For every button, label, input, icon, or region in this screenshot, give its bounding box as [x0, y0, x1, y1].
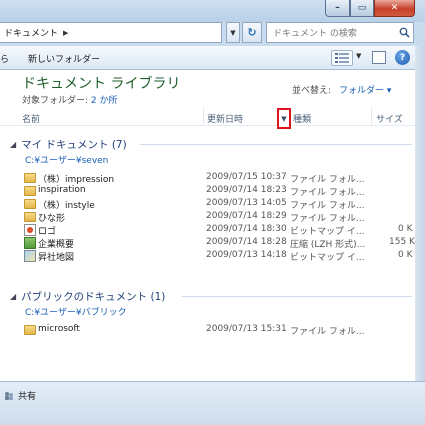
item-date: 2009/07/14 18:28 [206, 237, 287, 247]
image-icon [24, 224, 36, 236]
share-status: 共有 [4, 389, 36, 402]
item-name: 昇社地図 [38, 253, 75, 263]
help-button[interactable]: ? [395, 50, 410, 65]
close-button[interactable]: ✕ [374, 0, 415, 17]
new-folder-button[interactable]: 新しいフォルダー [28, 52, 100, 65]
list-item[interactable]: ひな形 2009/07/14 18:29 ファイル フォル... [24, 211, 415, 224]
view-dropdown-icon[interactable]: ▼ [356, 52, 361, 60]
details-pane: 共有 [0, 381, 425, 425]
item-type: ファイル フォル... [290, 175, 365, 185]
library-title: ドキュメント ライブラリ [22, 76, 181, 92]
breadcrumb-arrow-icon[interactable]: ▶ [63, 29, 68, 37]
arrange-by: 並べ替え: フォルダー ▾ [292, 83, 391, 96]
title-bar: – ▭ ✕ [0, 0, 425, 22]
item-name: inspiration [38, 185, 86, 195]
list-item[interactable]: ロゴ 2009/07/14 18:30 ビットマップ イ... 0 K [24, 224, 415, 237]
refresh-icon: ↻ [247, 26, 257, 39]
column-filter-dropdown-button[interactable]: ▼ [277, 108, 291, 129]
organize-button[interactable]: ら [0, 52, 9, 65]
file-list-pane: ドキュメント ライブラリ 対象フォルダー: 2 か所 並べ替え: フォルダー ▾ … [0, 70, 415, 381]
item-type: ファイル フォル... [290, 214, 365, 224]
item-type: ファイル フォル... [290, 327, 365, 337]
help-icon: ? [399, 52, 406, 63]
list-item[interactable]: inspiration 2009/07/14 18:23 ファイル フォル... [24, 185, 415, 198]
group-divider [182, 296, 412, 297]
group-header-my-documents[interactable]: ◢ マイ ドキュメント (7) [10, 137, 127, 152]
group-header-label: パブリックのドキュメント (1) [21, 291, 166, 303]
item-size: 155 K [389, 237, 415, 247]
list-item[interactable]: （株）instyle 2009/07/13 14:05 ファイル フォル... [24, 198, 415, 211]
item-type: ファイル フォル... [290, 201, 365, 211]
refresh-button[interactable]: ↻ [242, 22, 262, 43]
folder-icon [24, 173, 36, 183]
column-header-row: 名前 更新日時 種類 サイズ [0, 108, 415, 126]
address-bar[interactable]: ドキュメント ▶ [0, 22, 222, 43]
item-date: 2009/07/15 10:37 [206, 172, 287, 182]
item-date: 2009/07/13 15:31 [206, 324, 287, 334]
group-header-label: マイ ドキュメント (7) [21, 139, 127, 151]
chevron-down-icon: ▼ [281, 114, 287, 123]
breadcrumb[interactable]: ドキュメント [0, 26, 58, 39]
folder-icon [24, 325, 36, 335]
collapse-chevron-icon[interactable]: ◢ [10, 140, 16, 149]
item-name: ひな形 [38, 214, 66, 224]
view-button[interactable] [331, 50, 353, 66]
column-header-size[interactable]: サイズ [376, 112, 403, 125]
group-divider [140, 144, 412, 145]
preview-pane-button[interactable] [372, 51, 386, 64]
minimize-button[interactable]: – [325, 0, 350, 17]
item-type: ビットマップ イ... [290, 253, 365, 263]
arrange-by-dropdown[interactable]: フォルダー ▾ [339, 86, 391, 96]
folder-icon [24, 186, 36, 196]
address-dropdown-button[interactable]: ▼ [226, 22, 240, 43]
list-item[interactable]: 企業概要 2009/07/14 18:28 圧縮 (LZH 形式)... 155… [24, 237, 415, 250]
search-box[interactable]: ドキュメント の検索 [266, 22, 414, 43]
library-subtitle: 対象フォルダー: 2 か所 [22, 93, 118, 106]
column-divider[interactable] [371, 108, 372, 126]
folder-icon [24, 199, 36, 209]
column-divider[interactable] [203, 108, 204, 126]
folder-icon [24, 212, 36, 222]
group-header-public-documents[interactable]: ◢ パブリックのドキュメント (1) [10, 289, 165, 304]
item-name: ロゴ [38, 227, 57, 237]
item-name: 企業概要 [38, 240, 75, 250]
view-list-icon [335, 53, 349, 63]
item-size: 0 K [398, 224, 413, 234]
collapse-chevron-icon[interactable]: ◢ [10, 292, 16, 301]
vertical-scrollbar[interactable] [415, 46, 425, 381]
command-bar: ら 新しいフォルダー ▼ ? [0, 46, 415, 70]
item-date: 2009/07/14 18:29 [206, 211, 287, 221]
included-locations-link[interactable]: 2 か所 [91, 96, 118, 106]
search-input[interactable]: ドキュメント の検索 [267, 26, 395, 39]
list-item[interactable]: microsoft 2009/07/13 15:31 ファイル フォル... [24, 324, 415, 337]
item-date: 2009/07/13 14:18 [206, 250, 287, 260]
group-path-link[interactable]: C:¥ユーザー¥パブリック [25, 305, 127, 318]
list-item[interactable]: （株）impression 2009/07/15 10:37 ファイル フォル.… [24, 172, 415, 185]
item-name: microsoft [38, 324, 80, 334]
share-label: 共有 [18, 392, 37, 402]
library-subtitle-prefix: 対象フォルダー: [22, 96, 91, 106]
share-icon [4, 391, 14, 401]
column-header-date[interactable]: 更新日時 [207, 112, 243, 125]
arrange-by-label: 並べ替え: [292, 86, 332, 96]
maximize-button[interactable]: ▭ [350, 0, 374, 17]
caption-buttons: – ▭ ✕ [325, 0, 415, 17]
item-date: 2009/07/14 18:30 [206, 224, 287, 234]
item-type: 圧縮 (LZH 形式)... [290, 240, 366, 250]
search-icon[interactable] [395, 27, 413, 38]
zip-icon [24, 237, 36, 249]
list-item[interactable]: 昇社地図 2009/07/13 14:18 ビットマップ イ... 0 K [24, 250, 415, 263]
item-date: 2009/07/13 14:05 [206, 198, 287, 208]
item-date: 2009/07/14 18:23 [206, 185, 287, 195]
item-name: （株）impression [38, 175, 115, 185]
item-size: 0 K [398, 250, 413, 260]
item-type: ビットマップ イ... [290, 227, 365, 237]
address-row: ドキュメント ▶ ▼ ↻ ドキュメント の検索 [0, 20, 425, 46]
item-name: （株）instyle [38, 201, 95, 211]
group-path-link[interactable]: C:¥ユーザー¥seven [25, 153, 108, 166]
map-icon [24, 250, 36, 262]
column-header-name[interactable]: 名前 [22, 112, 40, 125]
column-header-type[interactable]: 種類 [293, 112, 311, 125]
item-type: ファイル フォル... [290, 188, 365, 198]
